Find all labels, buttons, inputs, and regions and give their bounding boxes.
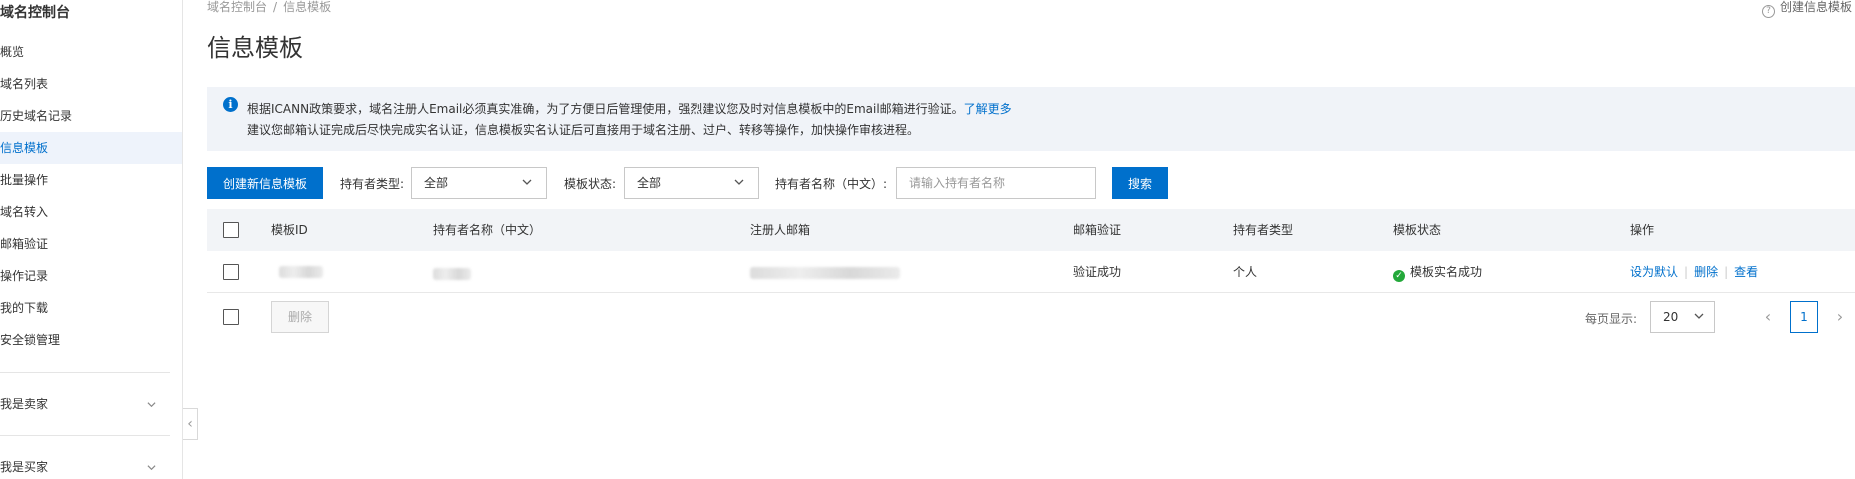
notice-line-2: 建议您邮箱认证完成后尽快完成实名认证，信息模板实名认证后可直接用于域名注册、过户… xyxy=(247,123,920,137)
chevron-down-icon xyxy=(522,179,532,185)
row-checkbox[interactable] xyxy=(223,264,239,280)
sidebar-item-security-lock[interactable]: 安全锁管理 xyxy=(0,324,182,356)
page-size-label: 每页显示: xyxy=(1585,312,1638,326)
sidebar: 域名控制台 概览 域名列表 历史域名记录 信息模板 批量操作 域名转入 邮箱验证… xyxy=(0,0,183,479)
holder-name-label: 持有者名称（中文）: xyxy=(775,177,888,191)
footer-select-all-checkbox[interactable] xyxy=(223,309,239,325)
sidebar-item-overview[interactable]: 概览 xyxy=(0,36,182,68)
page-size-select[interactable]: 20 xyxy=(1650,301,1715,333)
sidebar-item-history[interactable]: 历史域名记录 xyxy=(0,100,182,132)
sidebar-title: 域名控制台 xyxy=(0,5,70,21)
sidebar-item-downloads[interactable]: 我的下载 xyxy=(0,292,182,324)
holder-type-value: 全部 xyxy=(424,176,449,190)
redacted-holder-name xyxy=(433,268,471,280)
question-icon: ? xyxy=(1762,5,1775,18)
notice-banner: i 根据ICANN政策要求，域名注册人Email必须真实准确，为了方便日后管理使… xyxy=(207,87,1855,151)
sidebar-divider xyxy=(0,435,170,436)
column-header-email: 注册人邮箱 xyxy=(750,223,811,237)
holder-type-value: 个人 xyxy=(1233,265,1258,279)
view-link[interactable]: 查看 xyxy=(1734,265,1758,279)
template-status-text: 模板实名成功 xyxy=(1410,265,1483,279)
info-icon: i xyxy=(223,97,238,112)
sidebar-group-buyer[interactable]: 我是买家 xyxy=(0,451,182,479)
sidebar-item-info-template[interactable]: 信息模板 xyxy=(0,132,182,164)
search-button[interactable]: 搜索 xyxy=(1112,167,1168,199)
email-verify-value: 验证成功 xyxy=(1073,265,1122,279)
sidebar-item-transfer-in[interactable]: 域名转入 xyxy=(0,196,182,228)
column-header-email-verify: 邮箱验证 xyxy=(1073,223,1122,237)
chevron-down-icon xyxy=(147,402,156,408)
holder-type-label: 持有者类型: xyxy=(340,177,405,191)
column-header-actions: 操作 xyxy=(1630,223,1655,237)
column-header-holder-name: 持有者名称（中文） xyxy=(433,223,542,237)
next-page-button[interactable]: › xyxy=(1830,301,1850,333)
page-title: 信息模板 xyxy=(207,34,303,62)
template-status-select[interactable]: 全部 xyxy=(624,167,759,199)
page-size-value: 20 xyxy=(1663,310,1679,324)
learn-more-link[interactable]: 了解更多 xyxy=(964,102,1012,116)
sidebar-divider xyxy=(0,372,170,373)
chevron-down-icon xyxy=(147,465,156,471)
sidebar-item-operation-log[interactable]: 操作记录 xyxy=(0,260,182,292)
sidebar-group-label: 我是卖家 xyxy=(0,397,49,411)
breadcrumb-separator: / xyxy=(273,0,278,14)
redacted-template-id xyxy=(279,266,323,278)
column-header-status: 模板状态 xyxy=(1393,223,1442,237)
breadcrumb-root[interactable]: 域名控制台 xyxy=(207,0,267,14)
chevron-down-icon xyxy=(734,179,744,185)
holder-type-select[interactable]: 全部 xyxy=(411,167,547,199)
prev-page-button[interactable]: ‹ xyxy=(1758,301,1778,333)
template-status-label: 模板状态: xyxy=(564,177,617,191)
table-header: 模板ID 持有者名称（中文） 注册人邮箱 邮箱验证 持有者类型 模板状态 操作 xyxy=(207,209,1855,251)
template-status-value: 全部 xyxy=(637,176,662,190)
help-link-label: 创建信息模板 xyxy=(1780,0,1853,14)
column-header-template-id: 模板ID xyxy=(271,223,308,237)
column-header-holder-type: 持有者类型 xyxy=(1233,223,1294,237)
redacted-email xyxy=(750,267,900,279)
sidebar-group-label: 我是买家 xyxy=(0,460,49,474)
action-separator: | xyxy=(1684,265,1689,279)
row-actions: 设为默认 | 删除 | 查看 xyxy=(1630,251,1758,293)
sidebar-item-domain-list[interactable]: 域名列表 xyxy=(0,68,182,100)
sidebar-group-seller[interactable]: 我是卖家 xyxy=(0,388,182,420)
sidebar-collapse-button[interactable]: ‹ xyxy=(183,408,198,440)
batch-delete-button[interactable]: 删除 xyxy=(271,301,329,333)
sidebar-item-batch[interactable]: 批量操作 xyxy=(0,164,182,196)
action-separator: | xyxy=(1724,265,1729,279)
create-template-help-link[interactable]: ? 创建信息模板 xyxy=(1762,0,1852,18)
set-default-link[interactable]: 设为默认 xyxy=(1630,265,1678,279)
breadcrumb: 域名控制台 / 信息模板 xyxy=(207,0,337,15)
check-circle-icon: ✓ xyxy=(1393,270,1405,282)
table-row: 验证成功 个人 ✓ 模板实名成功 设为默认 | 删除 | 查看 xyxy=(207,251,1855,293)
chevron-down-icon xyxy=(1694,313,1704,319)
delete-link[interactable]: 删除 xyxy=(1694,265,1718,279)
breadcrumb-current: 信息模板 xyxy=(283,0,332,14)
sidebar-item-email-verify[interactable]: 邮箱验证 xyxy=(0,228,182,260)
page-number-current[interactable]: 1 xyxy=(1790,301,1818,333)
notice-line-1: 根据ICANN政策要求，域名注册人Email必须真实准确，为了方便日后管理使用，… xyxy=(247,100,1012,117)
select-all-checkbox[interactable] xyxy=(223,222,239,238)
create-template-button[interactable]: 创建新信息模板 xyxy=(207,167,323,199)
notice-text-1: 根据ICANN政策要求，域名注册人Email必须真实准确，为了方便日后管理使用，… xyxy=(247,102,964,116)
template-status-cell: ✓ 模板实名成功 xyxy=(1393,251,1482,293)
holder-name-input[interactable] xyxy=(896,167,1096,199)
